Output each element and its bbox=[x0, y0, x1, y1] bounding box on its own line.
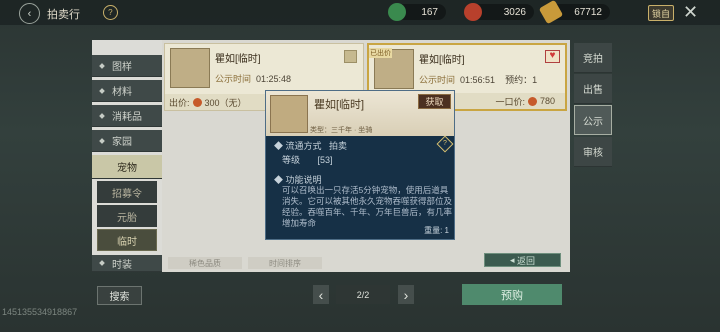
page-title: 拍卖行 bbox=[47, 9, 80, 21]
select-checkbox[interactable] bbox=[344, 50, 357, 63]
help-icon[interactable]: ? bbox=[436, 135, 454, 153]
subtab-temporary[interactable]: 临时 bbox=[97, 229, 157, 251]
level-row: 等级 [53] bbox=[282, 155, 333, 165]
item-weight: 重量: 1 bbox=[424, 226, 449, 235]
pet-item-image bbox=[270, 95, 308, 133]
tab-bid[interactable]: 竞拍 bbox=[574, 43, 612, 73]
tab-fashion[interactable]: 时装 bbox=[92, 255, 162, 272]
red-gem-icon bbox=[464, 3, 482, 21]
filter-quality[interactable]: 稀色品质 bbox=[168, 257, 242, 269]
tab-sell[interactable]: 出售 bbox=[574, 74, 612, 104]
return-arrow-icon: ◂ bbox=[509, 254, 517, 265]
bid-ribbon: 已出价 bbox=[369, 48, 392, 58]
function-description: 可以召唤出一只存活5分钟宠物，使用后道具消失。它可以被其他永久宠物吞噬获得部位及… bbox=[282, 185, 452, 227]
page-indicator: 2/2 bbox=[336, 285, 390, 304]
return-button[interactable]: ◂ 返回 bbox=[484, 253, 561, 267]
tooltip-type: 类型：三千年 · 坐骑 bbox=[310, 127, 373, 134]
tab-consumables[interactable]: 消耗品 bbox=[92, 105, 162, 127]
jade-icon bbox=[388, 3, 406, 21]
tab-publicity[interactable]: 公示 bbox=[574, 105, 612, 135]
red-gem-icon bbox=[192, 97, 202, 107]
resource-gold: 67712 bbox=[538, 0, 610, 25]
chevron-right-icon: › bbox=[403, 286, 409, 303]
user-id: 1451355349​18867 bbox=[2, 307, 78, 317]
item-tooltip: 瞿如[临时] 获取 类型：三千年 · 坐骑 ◆ 流通方式 拍卖 ? 等级 [53… bbox=[265, 90, 455, 240]
circulation-row: ◆ 流通方式 拍卖 bbox=[274, 141, 348, 151]
reserve-button[interactable]: 预购 bbox=[462, 284, 562, 305]
tooltip-item-name: 瞿如[临时] bbox=[314, 99, 365, 111]
favorite-heart-icon[interactable]: ♥ bbox=[545, 50, 560, 63]
tab-review[interactable]: 审核 bbox=[574, 137, 612, 167]
obtain-button[interactable]: 获取 bbox=[418, 94, 451, 109]
subtab-embryo[interactable]: 元胎 bbox=[97, 205, 157, 227]
item-time: 公示时间 01:25:48 bbox=[215, 74, 292, 84]
back-button[interactable]: ‹ bbox=[19, 3, 40, 24]
tooltip-header: 瞿如[临时] 获取 类型：三千年 · 坐骑 bbox=[266, 91, 454, 136]
search-button[interactable]: 搜索 bbox=[97, 286, 142, 305]
filter-time-sort[interactable]: 时间排序 bbox=[248, 257, 322, 269]
next-page-button[interactable]: › bbox=[398, 285, 414, 304]
tab-pets[interactable]: 宠物 bbox=[92, 155, 162, 179]
chevron-left-icon: ‹ bbox=[318, 286, 324, 303]
prev-page-button[interactable]: ‹ bbox=[313, 285, 329, 304]
tab-home[interactable]: 家园 bbox=[92, 130, 162, 152]
item-name: 瞿如[临时] bbox=[419, 55, 465, 66]
red-gem-icon bbox=[527, 96, 537, 106]
tab-patterns[interactable]: 图样 bbox=[92, 55, 162, 77]
back-arrow-icon: ‹ bbox=[27, 7, 32, 20]
lock-button[interactable]: 锁自 bbox=[648, 5, 674, 21]
tab-materials[interactable]: 材料 bbox=[92, 80, 162, 102]
resource-jade: 167 bbox=[388, 3, 446, 21]
pet-item-image bbox=[170, 48, 210, 88]
item-time: 公示时间 01:56:51 预约：1 bbox=[419, 75, 538, 85]
item-name: 瞿如[临时] bbox=[215, 54, 261, 65]
close-icon[interactable]: ✕ bbox=[681, 3, 700, 22]
resource-red-gem: 3026 bbox=[464, 3, 534, 21]
subtab-recruit[interactable]: 招募令 bbox=[97, 181, 157, 203]
